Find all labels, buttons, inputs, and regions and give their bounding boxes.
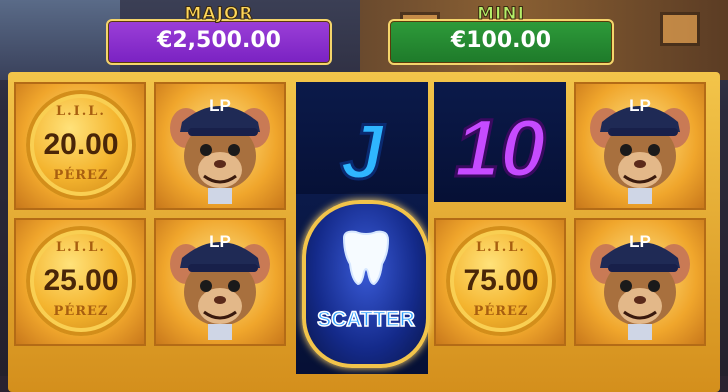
reel-cell[interactable]: LP <box>154 82 286 210</box>
reel-5: LP LP <box>574 82 706 382</box>
reel-3: J SCATTER <box>296 82 430 382</box>
scatter-label: SCATTER <box>316 307 415 332</box>
rat-cap-text: LP <box>209 96 231 115</box>
number-10-symbol: 10 <box>453 102 547 196</box>
jackpot-mini-amount: €100.00 <box>388 19 614 65</box>
reel-cell[interactable]: LP <box>574 82 706 210</box>
tooth-icon <box>342 230 390 286</box>
coin-value: 20.00 <box>43 128 119 161</box>
reel-cell[interactable]: LP <box>154 218 286 346</box>
reel-2: LP LP <box>154 82 286 382</box>
coin-value: 25.00 <box>43 264 119 297</box>
jackpot-mini: €100.00 MINI <box>388 4 614 65</box>
coin-bottom-text: PÉREZ <box>53 304 109 319</box>
reel-cell[interactable]: 10 <box>434 82 566 202</box>
reel-cell[interactable]: LP <box>574 218 706 346</box>
coin-symbol: L.I.L. 75.00 PÉREZ <box>446 226 556 336</box>
background-window <box>660 12 700 46</box>
coin-symbol: L.I.L. 25.00 PÉREZ <box>26 226 136 336</box>
coin-bottom-text: PÉREZ <box>473 304 529 319</box>
jackpot-major: €2,500.00 MAJOR <box>106 4 332 65</box>
jackpot-major-title: MAJOR <box>184 4 254 25</box>
coin-bottom-text: PÉREZ <box>53 168 109 183</box>
coin-symbol: L.I.L. 20.00 PÉREZ <box>26 90 136 200</box>
jackpot-mini-title: MINI <box>477 4 525 25</box>
reel-cell[interactable]: L.I.L. 25.00 PÉREZ <box>14 218 146 346</box>
reel-4: 10 L.I.L. 75.00 PÉREZ <box>434 82 566 382</box>
jackpot-major-amount: €2,500.00 <box>106 19 332 65</box>
rat-cap-text: LP <box>209 232 231 251</box>
reel-cell[interactable]: L.I.L. 75.00 PÉREZ <box>434 218 566 346</box>
scatter-symbol: SCATTER <box>302 200 430 368</box>
background-building-left <box>0 0 120 80</box>
reel-cell[interactable]: L.I.L. 20.00 PÉREZ <box>14 82 146 210</box>
letter-j-symbol: J <box>339 106 385 197</box>
rat-cap-text: LP <box>629 96 651 115</box>
rat-cap-text: LP <box>629 232 651 251</box>
reel-1: L.I.L. 20.00 PÉREZ L.I.L. 25.00 PÉREZ <box>14 82 146 382</box>
reel-cell[interactable]: SCATTER <box>296 194 430 374</box>
coin-top-text: L.I.L. <box>476 240 526 255</box>
coin-value: 75.00 <box>463 264 539 297</box>
coin-top-text: L.I.L. <box>56 104 106 119</box>
coin-top-text: L.I.L. <box>56 240 106 255</box>
reel-cell[interactable]: J <box>296 82 428 202</box>
